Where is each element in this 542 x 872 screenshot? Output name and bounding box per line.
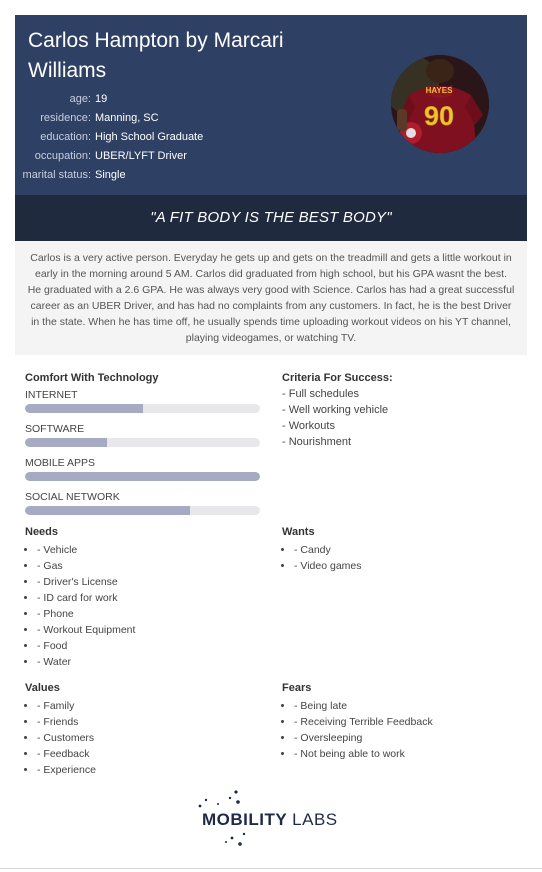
info-row-marital-status: marital status: Single [15, 166, 275, 185]
needs-list: - Vehicle - Gas - Driver's License - ID … [25, 542, 265, 670]
list-item: - Friends [37, 714, 265, 730]
info-label: occupation: [34, 150, 91, 162]
list-item: - Customers [37, 730, 265, 746]
fears-title: Fears [282, 682, 312, 694]
persona-name: Carlos Hampton by Marcari Williams [28, 29, 284, 82]
values-title: Values [25, 682, 60, 694]
criteria-list: - Full schedules - Well working vehicle … [282, 386, 512, 450]
values-list: - Family - Friends - Customers - Feedbac… [25, 698, 265, 778]
tech-label: MOBILE APPS [25, 457, 96, 469]
tech-item-internet: INTERNET [25, 388, 265, 413]
list-item: - Full schedules [282, 388, 360, 400]
tech-item-software: SOFTWARE [25, 422, 265, 447]
info-label: marital status: [22, 169, 91, 181]
info-value: High School Graduate [95, 131, 204, 143]
needs-title: Needs [25, 526, 59, 538]
info-value: Single [95, 169, 126, 181]
technology-title: Comfort With Technology [25, 372, 159, 384]
tech-label: SOFTWARE [25, 423, 85, 435]
list-item: - Phone [37, 606, 265, 622]
persona-header: Carlos Hampton by Marcari Williams age: 1… [15, 15, 527, 195]
tech-item-social-network: SOCIAL NETWORK [25, 490, 265, 515]
list-item: - ID card for work [37, 590, 265, 606]
bottom-divider [0, 868, 542, 869]
values-section: Values - Family - Friends - Customers - … [25, 680, 265, 778]
list-item: - Receiving Terrible Feedback [294, 714, 512, 730]
list-item: - Family [37, 698, 265, 714]
list-item: - Food [37, 638, 265, 654]
fears-section: Fears - Being late - Receiving Terrible … [282, 680, 512, 762]
list-item: - Gas [37, 558, 265, 574]
tech-bar-fill [25, 506, 190, 515]
list-item: - Nourishment [282, 436, 352, 448]
logo-wordmark: MOBILITY LABS [202, 810, 338, 830]
list-item: - Feedback [37, 746, 265, 762]
tech-label: SOCIAL NETWORK [25, 491, 120, 503]
list-item: - Candy [294, 542, 512, 558]
info-label: age: [69, 93, 91, 105]
tech-bar-track [25, 438, 260, 447]
tech-label: INTERNET [25, 389, 78, 401]
persona-quote: "A FIT BODY IS THE BEST BODY" [15, 195, 527, 241]
wants-list: - Candy - Video games [282, 542, 512, 574]
info-value: Manning, SC [95, 112, 159, 124]
list-item: - Video games [294, 558, 512, 574]
tech-bar-track [25, 506, 260, 515]
criteria-section: Criteria For Success: - Full schedules -… [282, 370, 512, 450]
info-row-education: education: High School Graduate [15, 128, 275, 147]
wants-title: Wants [282, 526, 315, 538]
needs-section: Needs - Vehicle - Gas - Driver's License… [25, 524, 265, 670]
info-row-occupation: occupation: UBER/LYFT Driver [15, 147, 275, 166]
list-item: - Workouts [282, 420, 335, 432]
info-label: residence: [40, 112, 91, 124]
jersey-name: HAYES [426, 86, 453, 95]
criteria-title: Criteria For Success: [282, 372, 393, 384]
list-item: - Workout Equipment [37, 622, 265, 638]
list-item: - Experience [37, 762, 265, 778]
persona-info: age: 19 residence: Manning, SC education: H… [15, 90, 275, 185]
tech-item-mobile-apps: MOBILE APPS [25, 456, 265, 481]
list-item: - Well working vehicle [282, 404, 389, 416]
mobility-labs-logo: MOBILITY LABS [196, 788, 346, 848]
info-value: UBER/LYFT Driver [95, 150, 187, 162]
tech-bar-fill [25, 438, 108, 447]
info-row-age: age: 19 [15, 90, 275, 109]
tech-bar-fill [25, 404, 143, 413]
jersey-number: 90 [424, 101, 454, 131]
logo-word-light: LABS [292, 810, 338, 829]
info-value: 19 [95, 93, 108, 105]
tech-bar-fill [25, 472, 260, 481]
list-item: - Water [37, 654, 265, 670]
persona-photo-illustration: HAYES 90 [391, 55, 489, 153]
list-item: - Oversleeping [294, 730, 512, 746]
logo-word-bold: MOBILITY [202, 810, 287, 829]
wants-section: Wants - Candy - Video games [282, 524, 512, 574]
tech-bar-track [25, 472, 260, 481]
list-item: - Vehicle [37, 542, 265, 558]
list-item: - Not being able to work [294, 746, 512, 762]
info-label: education: [40, 131, 91, 143]
technology-section: Comfort With Technology INTERNET SOFTWAR… [25, 370, 265, 515]
persona-card: Carlos Hampton by Marcari Williams age: 1… [15, 15, 527, 355]
info-row-residence: residence: Manning, SC [15, 109, 275, 128]
tech-bar-track [25, 404, 260, 413]
list-item: - Being late [294, 698, 512, 714]
persona-bio: Carlos is a very active person. Everyday… [15, 241, 527, 355]
fears-list: - Being late - Receiving Terrible Feedba… [282, 698, 512, 762]
list-item: - Driver's License [37, 574, 265, 590]
persona-photo: HAYES 90 [391, 55, 489, 153]
